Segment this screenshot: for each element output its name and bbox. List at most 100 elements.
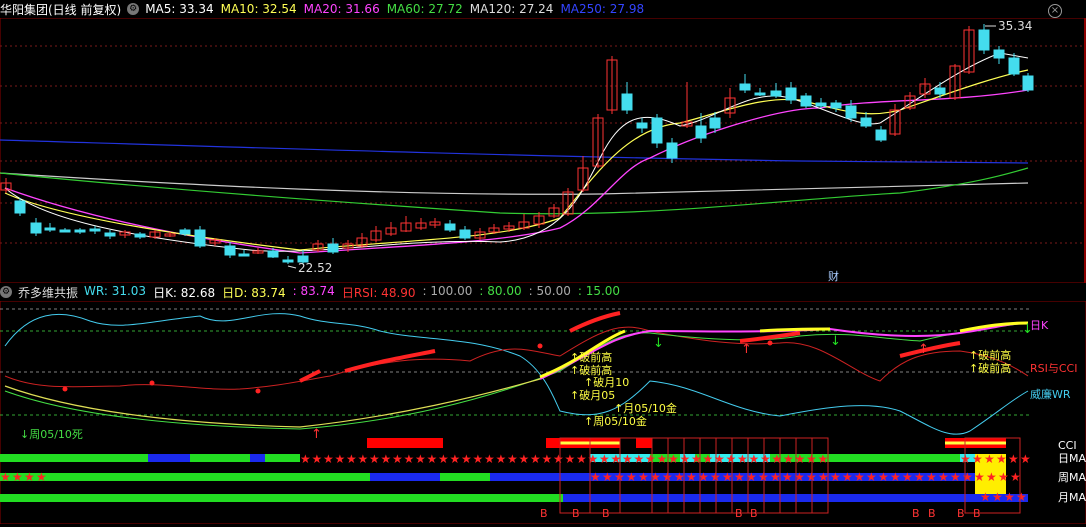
candle-body [636, 122, 648, 129]
star-icon: ★ [553, 452, 564, 466]
star-icon: ★ [415, 452, 426, 466]
ma-legend-item-1: MA10: 32.54 [220, 2, 297, 16]
candle-body [459, 229, 471, 239]
star-icon: ★ [668, 452, 679, 466]
rsi-strong-segment [899, 341, 961, 358]
star-icon: ★ [890, 470, 901, 484]
candle-body [444, 223, 456, 231]
ma-legend: MA5: 33.34 MA10: 32.54 MA20: 31.66 MA60: 27… [145, 2, 651, 16]
star-icon: ★ [998, 470, 1009, 484]
week-ma-band [370, 473, 440, 481]
indicator-settings-icon[interactable]: ⚙ [0, 286, 12, 298]
day-ma-band [190, 454, 250, 462]
wr-label: 威廉WR [1030, 387, 1071, 401]
stock-title[interactable]: 华阳集团(日线 前复权) [0, 1, 121, 18]
indicator-param-0: WR: 31.03 [84, 283, 147, 298]
star-icon: ★ [576, 452, 587, 466]
rsi-dot [149, 380, 155, 386]
star-icon: ★ [461, 452, 472, 466]
candle-body [695, 125, 707, 139]
star-icon: ★ [914, 470, 925, 484]
candle-body [134, 233, 146, 238]
star-icon: ★ [686, 470, 697, 484]
candle-body [860, 117, 872, 127]
rsi-dot [62, 386, 68, 392]
indicator-chart[interactable]: ↑ ↑ ↑ ↓ ↓ ↓ ↓周05/10死 ↑破前高 ↑破前高 ↑破月10 ↑破月05 ↑月05/10金… [0, 300, 1086, 525]
day-d-line [4, 322, 1029, 430]
ma5-line [4, 52, 1029, 252]
up-arrow-icon: ↑ [918, 342, 929, 357]
up-arrow-icon: ↑ [311, 427, 322, 442]
star-icon: ★ [24, 470, 35, 484]
candle-body [830, 102, 842, 109]
buy-signal-label: B [735, 507, 743, 520]
candle-body [754, 92, 766, 96]
rsi-dot [767, 340, 773, 346]
cci-bar [546, 438, 560, 448]
star-icon: ★ [473, 452, 484, 466]
candle-body [238, 253, 250, 257]
star-icon: ★ [866, 470, 877, 484]
down-arrow-icon: ↓ [653, 336, 664, 351]
star-icon: ★ [404, 452, 415, 466]
star-icon: ★ [782, 470, 793, 484]
indicator-param-4: 日RSI: 48.90 [341, 285, 416, 300]
break-month-label: ↑破月10 [584, 375, 629, 389]
star-icon: ★ [770, 470, 781, 484]
star-icon: ★ [772, 452, 783, 466]
day-ma-band [250, 454, 265, 462]
cci-row-label: CCI [1058, 439, 1077, 452]
star-icon: ★ [986, 470, 997, 484]
indicator-frame [0, 300, 1086, 525]
ma10-line [4, 69, 1029, 251]
candle-body [934, 87, 946, 95]
candle-body [978, 29, 990, 51]
star-icon: ★ [484, 452, 495, 466]
star-icon: ★ [783, 452, 794, 466]
rik-label: 日K [1030, 319, 1049, 332]
star-icon: ★ [1020, 452, 1031, 466]
star-icon: ★ [734, 470, 745, 484]
star-icon: ★ [0, 470, 11, 484]
up-arrow-icon: ↑ [741, 342, 752, 357]
star-icon: ★ [902, 470, 913, 484]
star-icon: ★ [634, 452, 645, 466]
yellow-highlight [759, 327, 831, 333]
ma-legend-item-3: MA60: 27.72 [386, 2, 463, 16]
indicator-header: ⚙ 乔多维共振 WR: 31.03 日K: 82.68 日D: 83.74: 83.… [0, 283, 1086, 301]
star-icon: ★ [496, 452, 507, 466]
wr-line [4, 313, 1029, 435]
star-icon: ★ [392, 452, 403, 466]
star-icon: ★ [878, 470, 889, 484]
week-ma-band [440, 473, 490, 481]
low-price-label: 22.52 [298, 261, 332, 275]
indicator-param-6: : 80.00 [479, 283, 522, 298]
star-icon: ★ [369, 452, 380, 466]
ma60-line [0, 167, 1029, 215]
star-icon: ★ [12, 470, 23, 484]
star-icon: ★ [854, 470, 865, 484]
candle-body [785, 87, 797, 101]
chart-settings-icon[interactable]: ⚙ [127, 3, 140, 15]
indicator-title[interactable]: 乔多维共振 [18, 284, 78, 301]
ma-legend-item-4: MA120: 27.24 [469, 2, 554, 16]
star-icon: ★ [638, 470, 649, 484]
candle-body [14, 200, 26, 214]
candle-body [1008, 57, 1020, 75]
star-icon: ★ [1016, 490, 1027, 504]
star-icon: ★ [1008, 452, 1019, 466]
star-icon: ★ [962, 470, 973, 484]
star-icon: ★ [519, 452, 530, 466]
rsi-dot [255, 388, 261, 394]
star-icon: ★ [830, 470, 841, 484]
star-icon: ★ [300, 452, 311, 466]
star-icon: ★ [996, 452, 1007, 466]
indicator-param-3: : 83.74 [292, 283, 335, 298]
star-icon: ★ [530, 452, 541, 466]
close-icon[interactable]: × [1048, 4, 1062, 18]
star-icon: ★ [358, 452, 369, 466]
week-ma-band [0, 473, 370, 481]
price-chart[interactable]: 35.34 22.52 财 [0, 17, 1086, 284]
candle-body [709, 117, 721, 129]
candle-body [993, 49, 1005, 59]
